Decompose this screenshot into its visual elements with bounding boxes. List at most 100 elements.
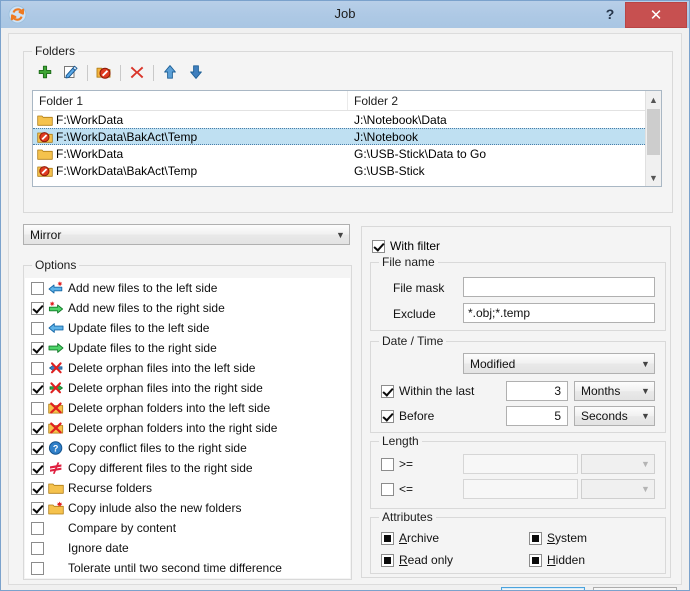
length-gte-checkbox-box[interactable] <box>381 458 394 471</box>
folder1-cell: F:\WorkData\BakAct\Temp <box>33 164 348 178</box>
delete-folder-pair-button[interactable] <box>124 61 150 85</box>
option-checkbox[interactable] <box>31 362 44 375</box>
option-checkbox[interactable] <box>31 562 44 575</box>
attribute-archive-checkbox[interactable]: Archive <box>381 531 439 545</box>
option-row[interactable]: Compare by content <box>25 518 350 538</box>
option-checkbox[interactable] <box>31 382 44 395</box>
folder-forbidden-icon <box>96 64 112 83</box>
option-row[interactable]: Ignore date <box>25 538 350 558</box>
option-checkbox[interactable] <box>31 482 44 495</box>
folder-forbidden-icon <box>37 164 53 178</box>
close-button[interactable]: ✕ <box>625 2 687 28</box>
edit-folder-pair-button[interactable] <box>58 61 84 85</box>
file-mask-input[interactable] <box>463 277 655 297</box>
option-row[interactable]: Delete orphan folders into the left side <box>25 398 350 418</box>
option-label: Update files to the left side <box>68 321 209 335</box>
within-last-unit-combobox[interactable]: Months ▼ <box>574 381 655 401</box>
no-icon <box>48 561 64 575</box>
window-title: Job <box>1 6 689 21</box>
length-gte-input[interactable] <box>463 454 578 474</box>
option-checkbox[interactable] <box>31 282 44 295</box>
option-row[interactable]: Copy inlude also the new folders <box>25 498 350 518</box>
scroll-up-icon[interactable]: ▲ <box>646 91 661 108</box>
length-lte-checkbox[interactable]: <= <box>381 482 413 496</box>
option-row[interactable]: Copy different files to the right side <box>25 458 350 478</box>
option-row[interactable]: Tolerate until two second time differenc… <box>25 558 350 578</box>
before-checkbox-box[interactable] <box>381 410 394 423</box>
option-checkbox[interactable] <box>31 442 44 455</box>
length-gte-unit-combobox[interactable]: ▼ <box>581 454 655 474</box>
ok-button[interactable]: OK <box>501 587 585 591</box>
attribute-readonly-checkbox[interactable]: Read only <box>381 553 453 567</box>
column-header-folder1[interactable]: Folder 1 <box>33 91 348 110</box>
attribute-readonly-checkbox-box[interactable] <box>381 554 394 567</box>
delete-file-left-icon <box>48 361 64 375</box>
within-last-checkbox-box[interactable] <box>381 385 394 398</box>
folder2-text: J:\Notebook\Data <box>354 113 447 127</box>
help-button[interactable]: ? <box>599 3 621 25</box>
chevron-down-icon: ▼ <box>637 411 654 421</box>
attribute-archive-checkbox-box[interactable] <box>381 532 394 545</box>
option-checkbox[interactable] <box>31 502 44 515</box>
option-row[interactable]: Update files to the right side <box>25 338 350 358</box>
delete-file-right-icon <box>48 381 64 395</box>
option-row[interactable]: Delete orphan files into the left side <box>25 358 350 378</box>
move-up-button[interactable] <box>157 61 183 85</box>
listview-scrollbar[interactable]: ▲ ▼ <box>645 91 661 186</box>
move-down-button[interactable] <box>183 61 209 85</box>
table-row[interactable]: F:\WorkDataG:\USB-Stick\Data to Go <box>33 145 661 162</box>
option-label: Ignore date <box>68 541 129 555</box>
length-lte-input[interactable] <box>463 479 578 499</box>
before-unit-combobox[interactable]: Seconds ▼ <box>574 406 655 426</box>
option-row[interactable]: Add new files to the left side <box>25 278 350 298</box>
option-checkbox[interactable] <box>31 342 44 355</box>
disable-folder-pair-button[interactable] <box>91 61 117 85</box>
table-row[interactable]: F:\WorkData\BakAct\Temp G:\USB-Stick <box>33 162 661 179</box>
option-row[interactable]: Update files to the left side <box>25 318 350 338</box>
scrollbar-thumb[interactable] <box>647 109 660 155</box>
date-kind-value: Modified <box>464 357 637 371</box>
option-row[interactable]: Delete orphan files into the right side <box>25 378 350 398</box>
with-filter-checkbox-box[interactable] <box>372 240 385 253</box>
cancel-button[interactable]: Cancel <box>593 587 677 591</box>
sync-mode-combobox[interactable]: Mirror ▼ <box>23 224 350 245</box>
folder-pairs-listview[interactable]: Folder 1 Folder 2 F:\WorkDataJ:\Notebook… <box>32 90 662 187</box>
option-row[interactable]: ?Copy conflict files to the right side <box>25 438 350 458</box>
attribute-system-checkbox-box[interactable] <box>529 532 542 545</box>
option-row[interactable]: Delete orphan folders into the right sid… <box>25 418 350 438</box>
attribute-hidden-checkbox[interactable]: Hidden <box>529 553 585 567</box>
folder2-text: G:\USB-Stick <box>354 164 425 178</box>
before-value-input[interactable]: 5 <box>506 406 568 426</box>
dialog-inner-panel: Folders <box>8 33 682 585</box>
attribute-system-checkbox[interactable]: System <box>529 531 587 545</box>
length-lte-unit-combobox[interactable]: ▼ <box>581 479 655 499</box>
length-group: Length >= ▼ <= ▼ <box>370 441 666 509</box>
option-row[interactable]: Recurse folders <box>25 478 350 498</box>
option-checkbox[interactable] <box>31 302 44 315</box>
within-last-value-input[interactable]: 3 <box>506 381 568 401</box>
no-icon <box>48 521 64 535</box>
option-row[interactable]: Add new files to the right side <box>25 298 350 318</box>
option-checkbox[interactable] <box>31 522 44 535</box>
length-gte-checkbox[interactable]: >= <box>381 457 413 471</box>
before-checkbox[interactable]: Before <box>381 409 434 423</box>
within-last-checkbox[interactable]: Within the last <box>381 384 474 398</box>
file-name-group: File name File mask Exclude *.obj;*.temp <box>370 262 666 331</box>
column-header-folder2[interactable]: Folder 2 <box>348 91 646 110</box>
toolbar-separator <box>87 65 88 81</box>
exclude-input[interactable]: *.obj;*.temp <box>463 303 655 323</box>
option-checkbox[interactable] <box>31 422 44 435</box>
table-row[interactable]: F:\WorkDataJ:\Notebook\Data <box>33 111 661 128</box>
options-list: Add new files to the left sideAdd new fi… <box>25 278 350 578</box>
option-checkbox[interactable] <box>31 402 44 415</box>
date-kind-combobox[interactable]: Modified ▼ <box>463 353 655 374</box>
add-folder-pair-button[interactable] <box>32 61 58 85</box>
attribute-hidden-checkbox-box[interactable] <box>529 554 542 567</box>
option-checkbox[interactable] <box>31 462 44 475</box>
option-checkbox[interactable] <box>31 322 44 335</box>
with-filter-checkbox[interactable]: With filter <box>372 239 440 253</box>
length-lte-checkbox-box[interactable] <box>381 483 394 496</box>
table-row[interactable]: F:\WorkData\BakAct\TempJ:\Notebook <box>33 128 661 145</box>
scroll-down-icon[interactable]: ▼ <box>646 169 661 186</box>
option-checkbox[interactable] <box>31 542 44 555</box>
